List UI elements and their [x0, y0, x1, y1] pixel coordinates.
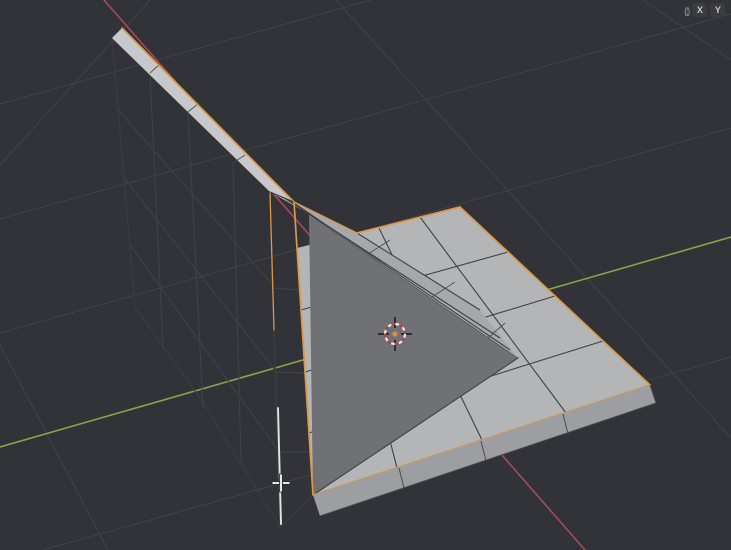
key-badge-y: Y [710, 3, 726, 17]
viewport-3d[interactable] [0, 0, 731, 550]
keycast-overlay: {¦} X Y [684, 2, 731, 18]
key-badge-x: X [692, 3, 708, 17]
blender-3d-viewport-screenshot: { "window": {"app": "Blender", "view": "… [0, 0, 731, 550]
object-origin-dot [392, 331, 398, 337]
keyboard-brackets-icon: {¦} [684, 5, 690, 16]
